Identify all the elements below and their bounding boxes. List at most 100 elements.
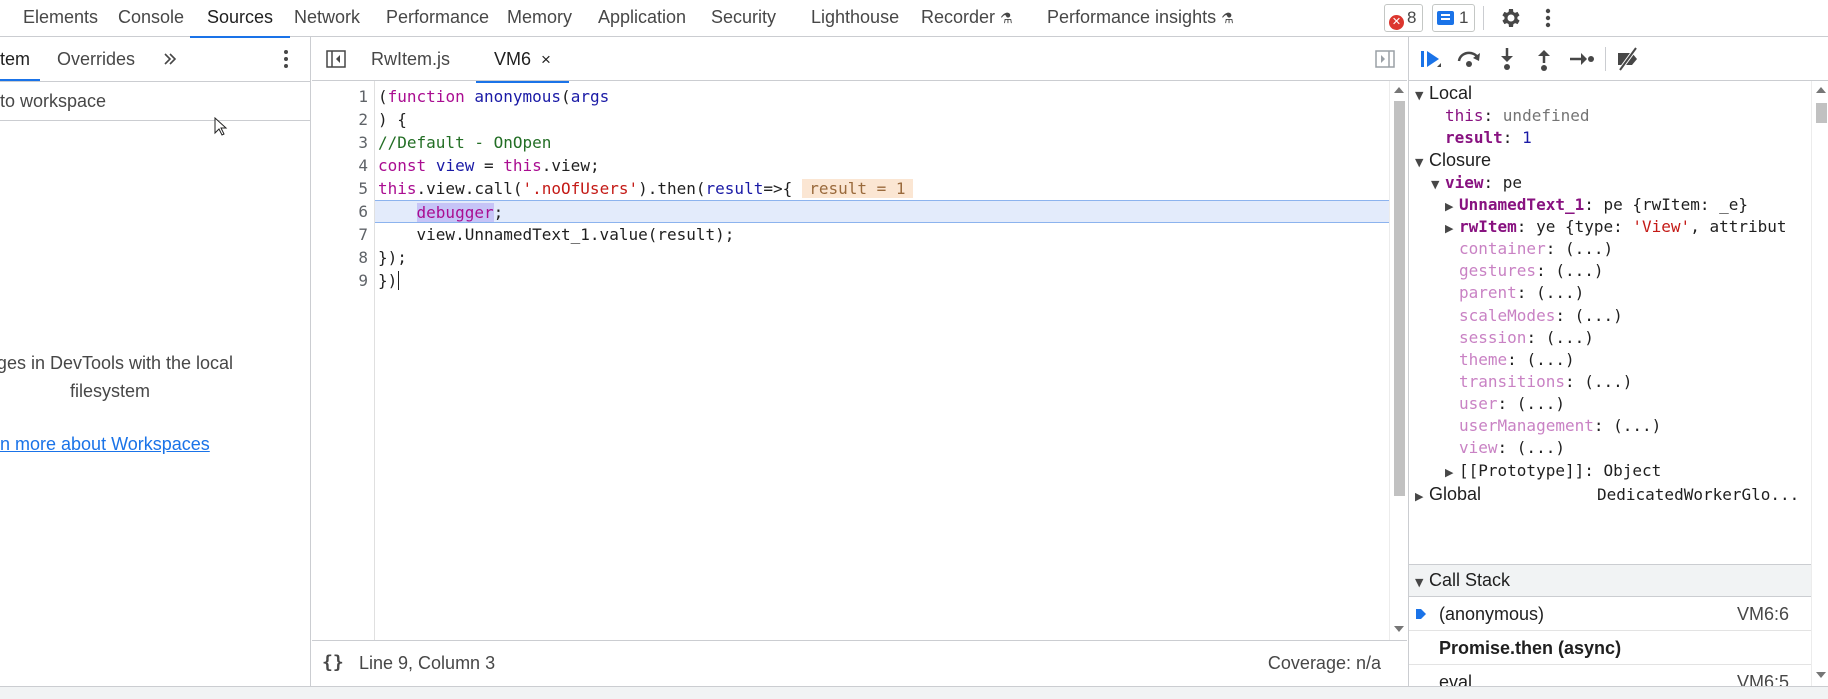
line-number[interactable]: 2 [358, 108, 368, 131]
navigator-tabs: tem Overrides [0, 37, 310, 81]
tab-overrides[interactable]: Overrides [57, 37, 135, 81]
triangle-down-icon[interactable]: ▼ [1415, 83, 1429, 108]
more-options-icon[interactable] [276, 47, 296, 71]
scope-row[interactable]: parent: (...) [1459, 280, 1584, 305]
call-stack-frame[interactable]: (anonymous) VM6:6 [1409, 598, 1811, 631]
line-number[interactable]: 6 [358, 200, 368, 223]
tab-recorder-label: Recorder [921, 7, 996, 27]
code-token: ; [493, 203, 504, 222]
scroll-down-icon[interactable] [1394, 626, 1404, 632]
tab-security[interactable]: Security [711, 0, 776, 37]
code-line-9: }) [375, 269, 1389, 292]
lazy-value[interactable]: (...) [1526, 350, 1574, 369]
tab-workspace[interactable]: tem [0, 37, 41, 81]
gear-icon[interactable] [1498, 6, 1522, 30]
divider [1605, 47, 1606, 71]
scope-row[interactable]: ▶ [[Prototype]]: Object [1445, 458, 1661, 483]
lazy-value[interactable]: (...) [1565, 239, 1613, 258]
line-number[interactable]: 5 [358, 177, 368, 200]
tab-network[interactable]: Network [294, 0, 360, 37]
editor-scrollbar[interactable] [1389, 81, 1407, 640]
line-number[interactable]: 9 [358, 269, 368, 292]
scroll-up-icon[interactable] [1816, 87, 1826, 93]
code-line-1: (function anonymous(args [375, 85, 1389, 108]
scroll-up-icon[interactable] [1394, 87, 1404, 93]
line-number[interactable]: 7 [358, 223, 368, 246]
triangle-right-icon[interactable]: ▶ [1445, 216, 1459, 241]
file-tab-rwitem[interactable]: RwItem.js [371, 37, 450, 81]
lazy-value[interactable]: (...) [1555, 261, 1603, 280]
toggle-navigator-icon[interactable] [325, 48, 347, 70]
code-token: }) [378, 271, 398, 290]
code-token: ( [561, 87, 571, 106]
toggle-debugger-icon[interactable] [1374, 48, 1396, 70]
close-icon[interactable]: × [541, 50, 551, 69]
tab-lighthouse[interactable]: Lighthouse [811, 0, 899, 37]
lazy-value[interactable]: (...) [1575, 306, 1623, 325]
colon: : [1483, 106, 1503, 125]
colon: : [1497, 394, 1517, 413]
tab-application[interactable]: Application [598, 0, 686, 37]
scroll-down-icon[interactable] [1816, 672, 1826, 678]
scope-global-header[interactable]: ▶ Global [1415, 482, 1481, 507]
line-number[interactable]: 1 [358, 85, 368, 108]
add-folder-to-workspace[interactable]: to workspace [0, 81, 310, 121]
source-editor: RwItem.js VM6 × 1 2 3 4 5 6 7 8 9 (functi… [312, 37, 1407, 686]
call-stack-frame[interactable]: eval VM6:5 [1409, 666, 1811, 686]
frame-name: Promise.then (async) [1439, 638, 1622, 658]
messages-badge[interactable]: 1 [1432, 4, 1476, 32]
line-number[interactable]: 8 [358, 246, 368, 269]
learn-more-workspaces-link[interactable]: n more about Workspaces [0, 434, 210, 455]
call-stack-header[interactable]: ▼ Call Stack [1409, 564, 1811, 597]
deactivate-breakpoints-icon[interactable] [1614, 45, 1642, 73]
lazy-value[interactable]: (...) [1546, 328, 1594, 347]
more-options-icon[interactable] [1538, 7, 1558, 29]
scope-row[interactable]: view: (...) [1459, 435, 1565, 460]
property-key: gestures [1459, 261, 1537, 280]
sidebar-scrollbar[interactable] [1811, 81, 1828, 686]
tab-recorder[interactable]: Recorder ⚗ [921, 0, 1013, 37]
resume-icon[interactable] [1417, 45, 1445, 73]
step-over-icon[interactable] [1455, 45, 1483, 73]
code-area[interactable]: (function anonymous(args ) { //Default -… [375, 81, 1389, 640]
colon: : [1516, 283, 1537, 302]
lazy-value[interactable]: (...) [1517, 394, 1565, 413]
code-line-7: view.UnnamedText_1.value(result); [378, 225, 735, 244]
tab-console[interactable]: Console [118, 0, 184, 37]
step-out-icon[interactable] [1530, 45, 1558, 73]
lazy-value[interactable]: (...) [1613, 416, 1661, 435]
cursor-position: Line 9, Column 3 [359, 653, 496, 673]
step-icon[interactable] [1567, 45, 1595, 73]
property-key: scaleModes [1459, 306, 1556, 325]
lazy-value[interactable]: (...) [1536, 283, 1584, 302]
triangle-right-icon[interactable]: ▶ [1415, 484, 1429, 509]
chevron-double-right-icon[interactable] [162, 51, 178, 67]
messages-count: 1 [1459, 8, 1469, 27]
debugger-sidebar: ▼ Local this: undefined result: 1 ▼ Closur… [1408, 37, 1828, 686]
tab-memory[interactable]: Memory [507, 0, 572, 37]
line-number[interactable]: 4 [358, 154, 368, 177]
scrollbar-thumb[interactable] [1816, 103, 1827, 123]
file-tab-vm6[interactable]: VM6 × [476, 37, 569, 83]
tab-elements[interactable]: Elements [23, 0, 98, 37]
scope-row[interactable]: result: 1 [1445, 125, 1532, 150]
line-number-gutter[interactable]: 1 2 3 4 5 6 7 8 9 [312, 81, 375, 640]
triangle-down-icon[interactable]: ▼ [1415, 150, 1429, 175]
tab-performance-insights[interactable]: Performance insights ⚗ [1047, 0, 1234, 37]
message-icon [1437, 11, 1454, 25]
code-token: view [435, 156, 475, 175]
errors-badge[interactable]: ✕ 8 [1384, 4, 1424, 32]
pretty-print-icon[interactable]: {} [322, 641, 344, 685]
lazy-value[interactable]: (...) [1584, 372, 1632, 391]
tab-sources[interactable]: Sources [189, 0, 291, 38]
line-number[interactable]: 3 [358, 131, 368, 154]
triangle-down-icon[interactable]: ▼ [1431, 172, 1445, 197]
lazy-value[interactable]: (...) [1517, 438, 1565, 457]
step-into-icon[interactable] [1493, 45, 1521, 73]
colon: : [1497, 438, 1517, 457]
scrollbar-thumb[interactable] [1394, 101, 1405, 496]
tab-performance[interactable]: Performance [386, 0, 489, 37]
triangle-down-icon[interactable]: ▼ [1415, 567, 1429, 598]
